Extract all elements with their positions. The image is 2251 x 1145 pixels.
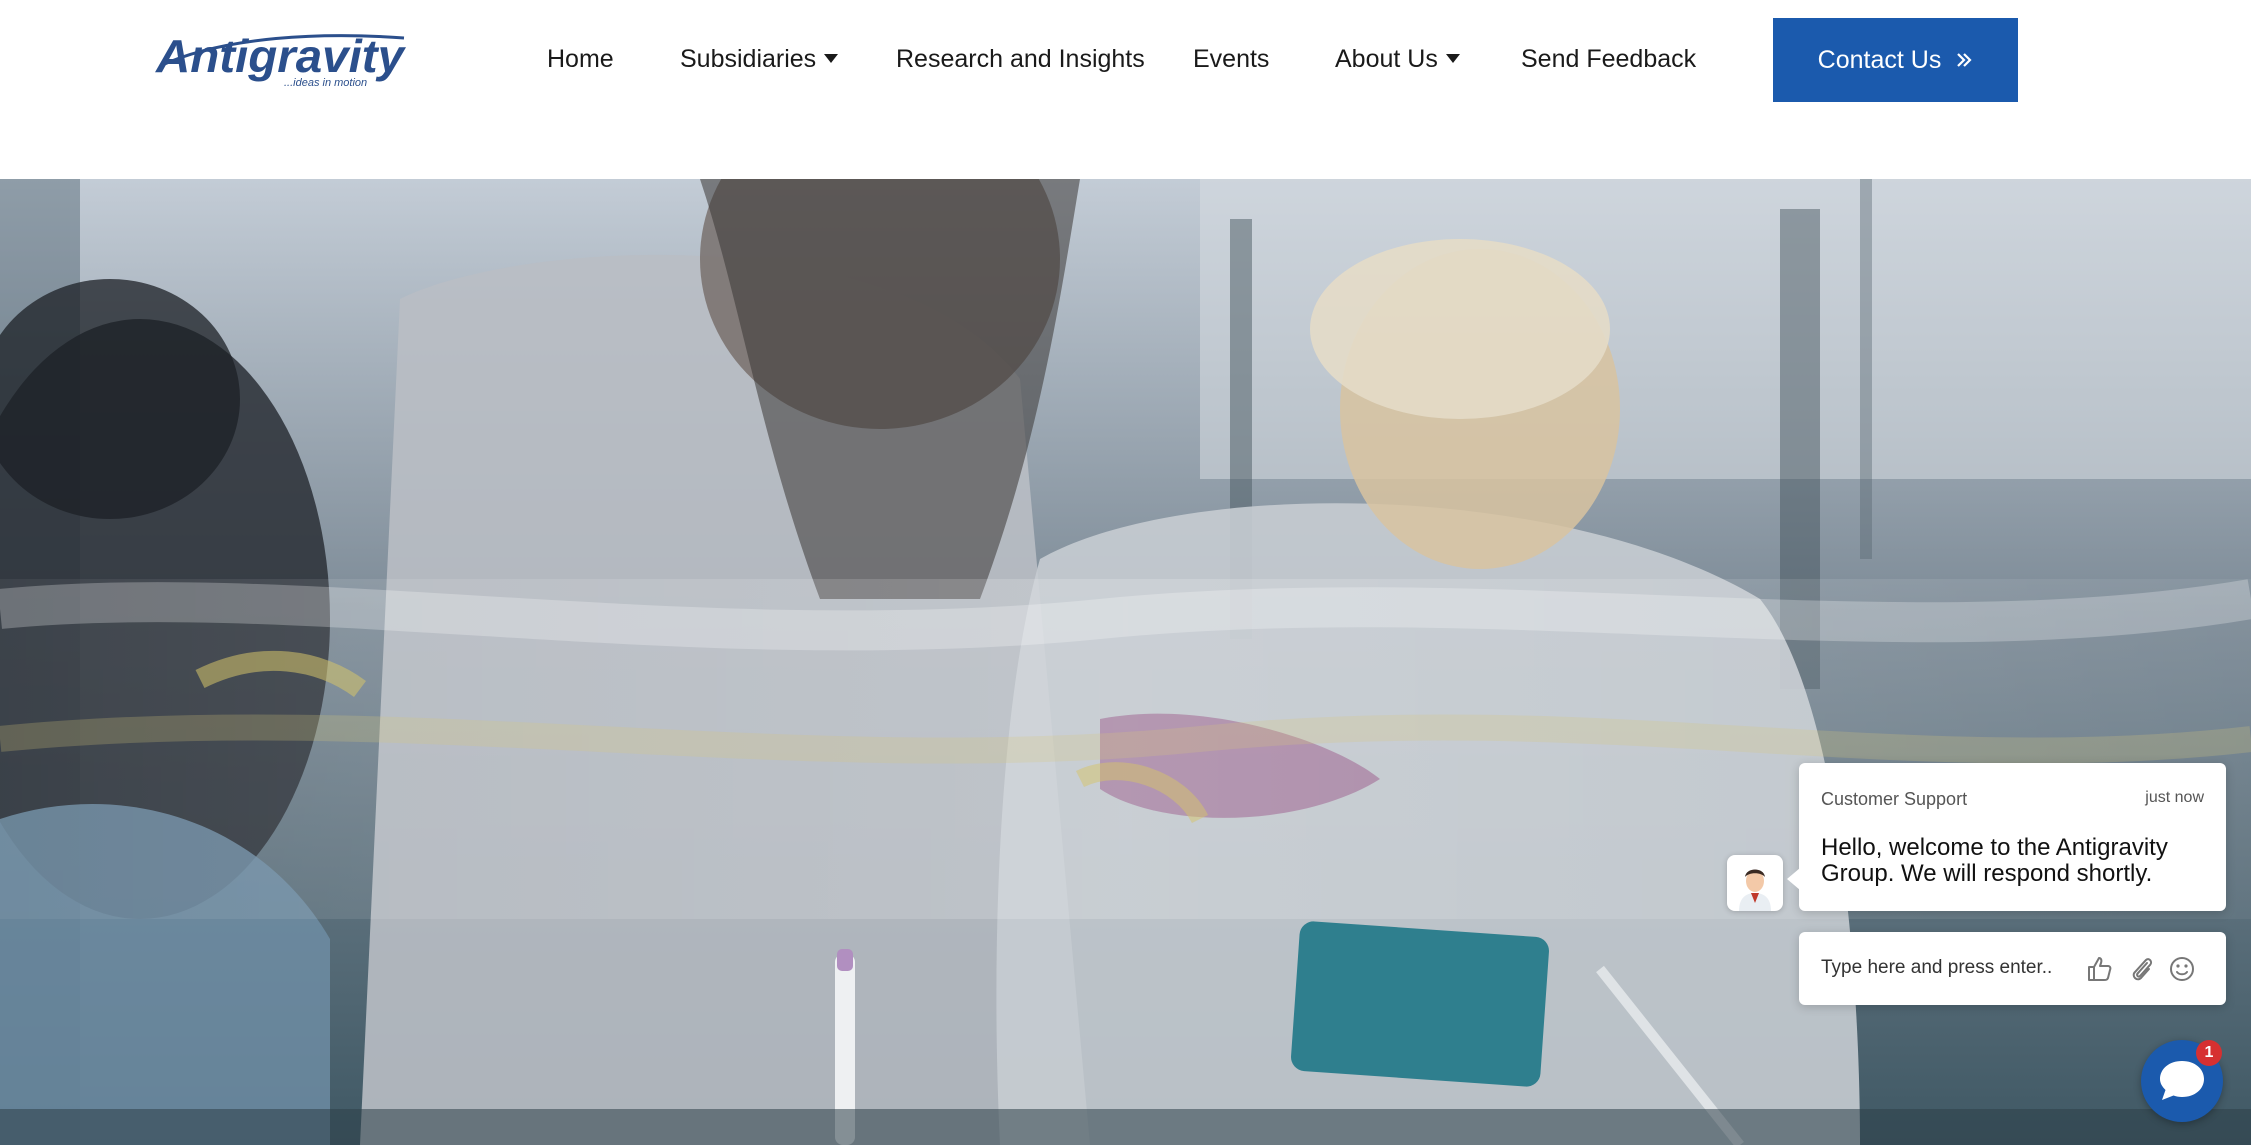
nav-home-label: Home (547, 45, 614, 73)
chat-timestamp: just now (2145, 789, 2204, 806)
nav-events[interactable]: Events (1193, 41, 1269, 77)
nav-subsidiaries-label: Subsidiaries (680, 45, 817, 73)
nav-about-us-label: About Us (1335, 45, 1438, 73)
antigravity-logo[interactable]: Antigravity ...ideas in motion (154, 28, 408, 90)
logo-wordmark: Antigravity (155, 30, 407, 82)
agent-avatar (1727, 855, 1783, 911)
nav-events-label: Events (1193, 45, 1270, 73)
chat-bubble-tail (1787, 868, 1800, 890)
site-header: Antigravity ...ideas in motion Home Subs… (0, 0, 2251, 179)
nav-research-label: Research and Insights (896, 45, 1145, 73)
contact-us-button[interactable]: Contact Us (1773, 18, 2018, 102)
thumbs-up-icon[interactable] (2084, 954, 2114, 984)
chat-sender-name: Customer Support (1821, 789, 1968, 809)
agent-avatar-icon (1739, 869, 1771, 911)
caret-down-icon (824, 53, 839, 63)
caret-down-icon (1445, 53, 1460, 63)
unread-count-badge: 1 (2196, 1040, 2222, 1066)
nav-subsidiaries[interactable]: Subsidiaries (680, 41, 839, 77)
paperclip-icon[interactable] (2127, 954, 2157, 984)
nav-send-feedback[interactable]: Send Feedback (1521, 41, 1696, 77)
logo-tagline: ...ideas in motion (284, 77, 367, 89)
nav-research-and-insights[interactable]: Research and Insights (896, 41, 1145, 77)
double-chevron-right-icon (1957, 53, 1972, 67)
nav-about-us[interactable]: About Us (1335, 41, 1460, 77)
smiley-icon[interactable] (2167, 954, 2197, 984)
nav-send-feedback-label: Send Feedback (1521, 45, 1697, 73)
chat-compose-box (1799, 932, 2226, 1005)
chat-message-card: Customer Support just now Hello, welcome… (1799, 763, 2226, 911)
chat-message-input[interactable] (1821, 950, 2071, 986)
nav-home[interactable]: Home (547, 41, 614, 77)
chat-welcome-message: Hello, welcome to the Antigravity Group.… (1821, 834, 2168, 887)
contact-us-label: Contact Us (1817, 45, 1942, 74)
